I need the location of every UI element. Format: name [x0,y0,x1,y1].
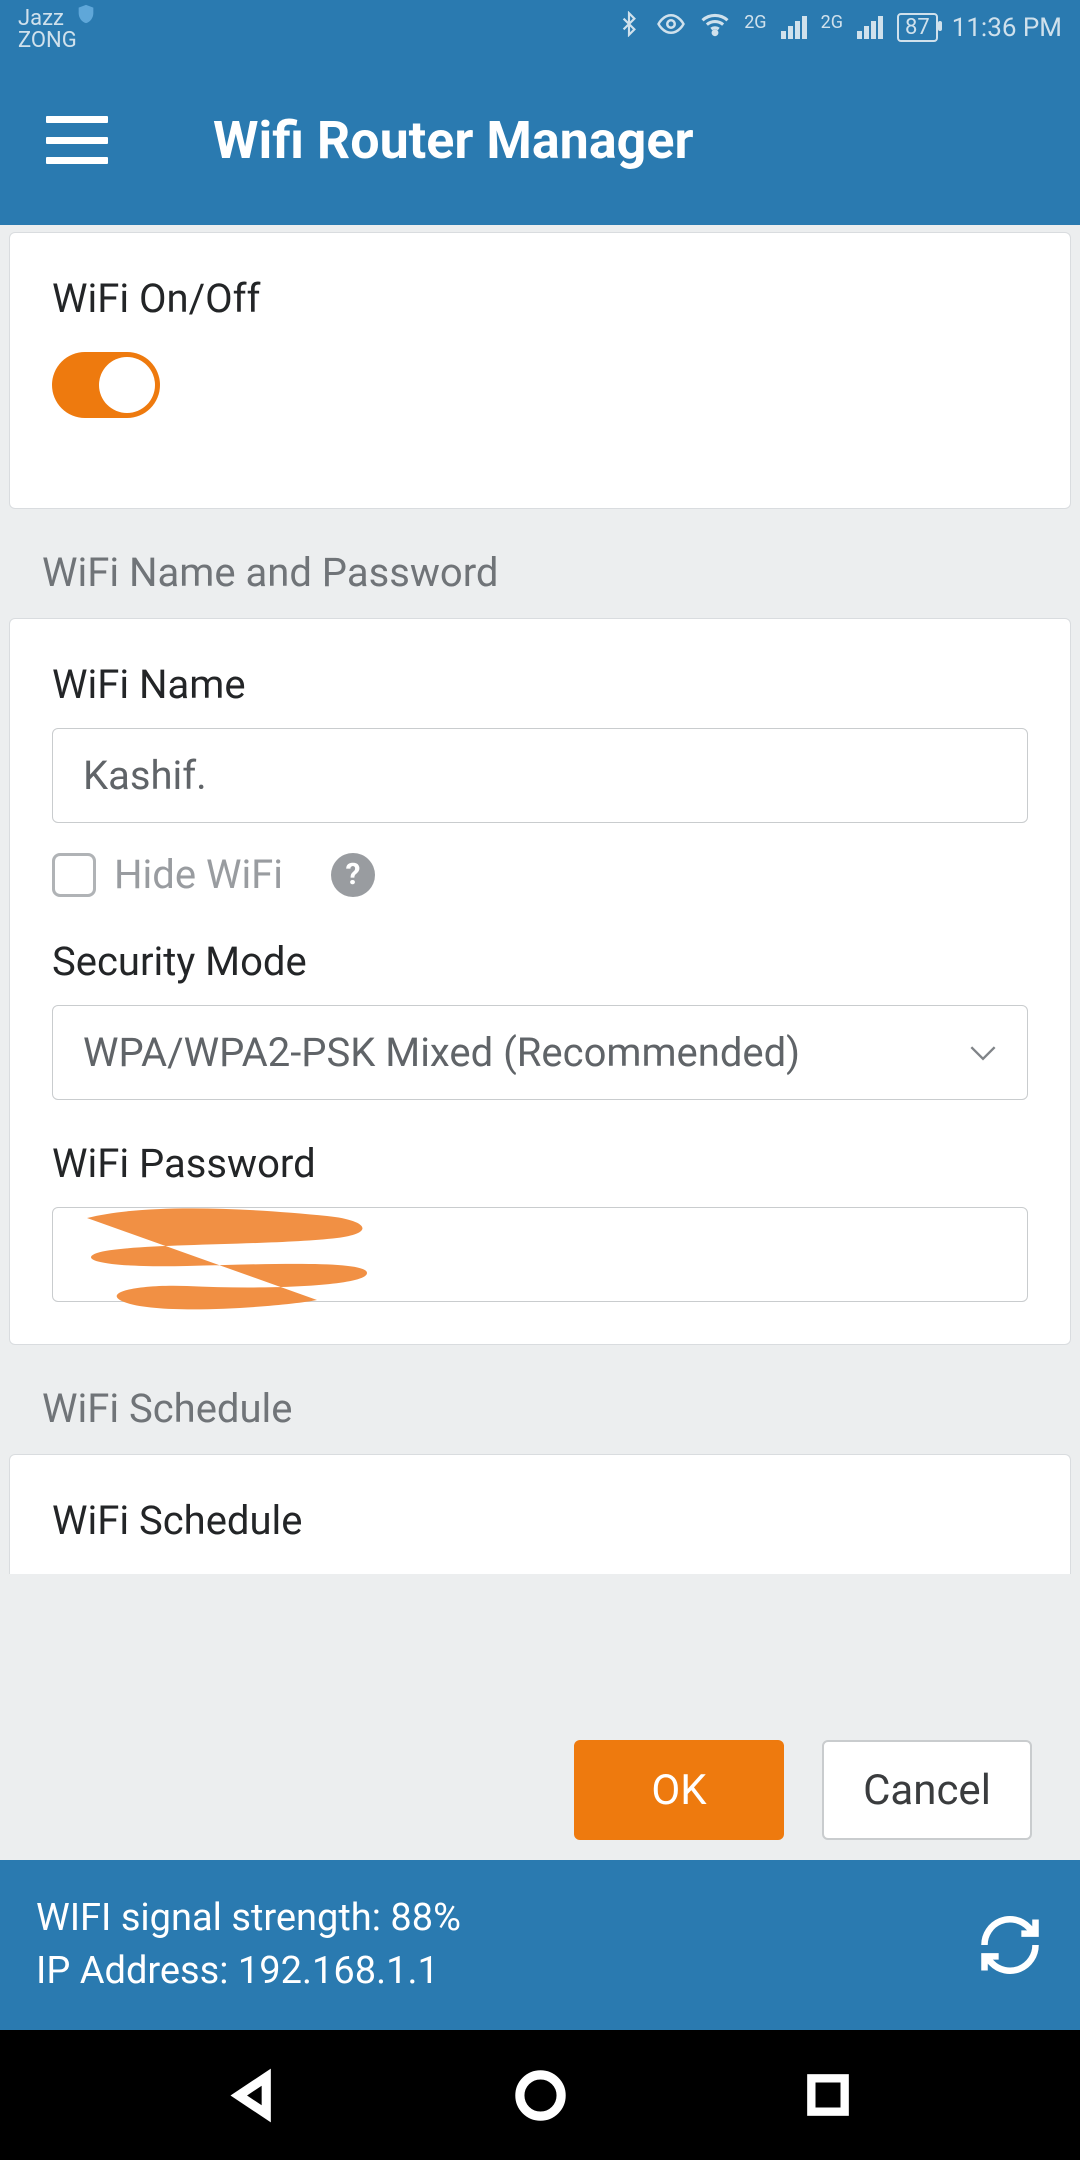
home-button[interactable] [505,2060,575,2130]
chevron-down-icon [969,1035,997,1070]
cancel-button[interactable]: Cancel [822,1740,1032,1840]
bluetooth-icon [616,11,642,44]
wifi-name-value: Kashif. [83,752,207,799]
schedule-card: WiFi Schedule [9,1454,1071,1574]
section-title-name-pwd: WiFi Name and Password [42,549,1080,596]
eye-icon [656,9,686,46]
signal-icon-1 [781,16,807,39]
action-bar: OK Cancel [0,1720,1080,1860]
wifi-password-input[interactable] [52,1207,1028,1302]
shield-icon [75,3,97,30]
ok-button[interactable]: OK [574,1740,784,1840]
back-button[interactable] [218,2060,288,2130]
network-type-1: 2G [744,12,766,33]
carrier-2: ZONG [18,30,97,52]
footer-bar: WIFI signal strength: 88% IP Address: 19… [0,1860,1080,2030]
wifi-name-input[interactable]: Kashif. [52,728,1028,823]
clock: 11:36 PM [952,13,1062,43]
signal-strength-text: WIFI signal strength: 88% [36,1892,956,1945]
wifi-toggle-label: WiFi On/Off [52,275,1028,322]
security-mode-value: WPA/WPA2-PSK Mixed (Recommended) [83,1029,800,1076]
wifi-name-label: WiFi Name [52,661,1028,708]
network-type-2: 2G [821,12,843,33]
page-title: Wifi Router Manager [213,110,694,171]
wifi-toggle[interactable] [52,352,160,418]
schedule-row-label: WiFi Schedule [52,1497,1028,1544]
hide-wifi-checkbox[interactable] [52,853,96,897]
signal-icon-2 [857,16,883,39]
app-header: Wifi Router Manager [0,55,1080,225]
help-icon[interactable]: ? [331,853,375,897]
security-mode-label: Security Mode [52,938,1028,985]
hide-wifi-label: Hide WiFi [114,851,283,898]
status-bar: Jazz ZONG 2G 2G 87 11:36 PM [0,0,1080,55]
android-nav-bar [0,2030,1080,2160]
wifi-password-label: WiFi Password [52,1140,1028,1187]
name-pwd-card: WiFi Name Kashif. Hide WiFi ? Security M… [9,618,1071,1345]
ip-address-text: IP Address: 192.168.1.1 [36,1945,956,1998]
redaction-scribble [67,1198,387,1322]
content-area: WiFi On/Off WiFi Name and Password WiFi … [0,225,1080,1720]
wifi-toggle-card: WiFi On/Off [9,232,1071,509]
menu-icon[interactable] [46,116,108,164]
wifi-icon [700,9,730,46]
section-title-schedule: WiFi Schedule [42,1385,1080,1432]
security-mode-select[interactable]: WPA/WPA2-PSK Mixed (Recommended) [52,1005,1028,1100]
recent-apps-button[interactable] [793,2060,863,2130]
battery-indicator: 87 [897,13,938,42]
refresh-icon[interactable] [976,1911,1044,1979]
